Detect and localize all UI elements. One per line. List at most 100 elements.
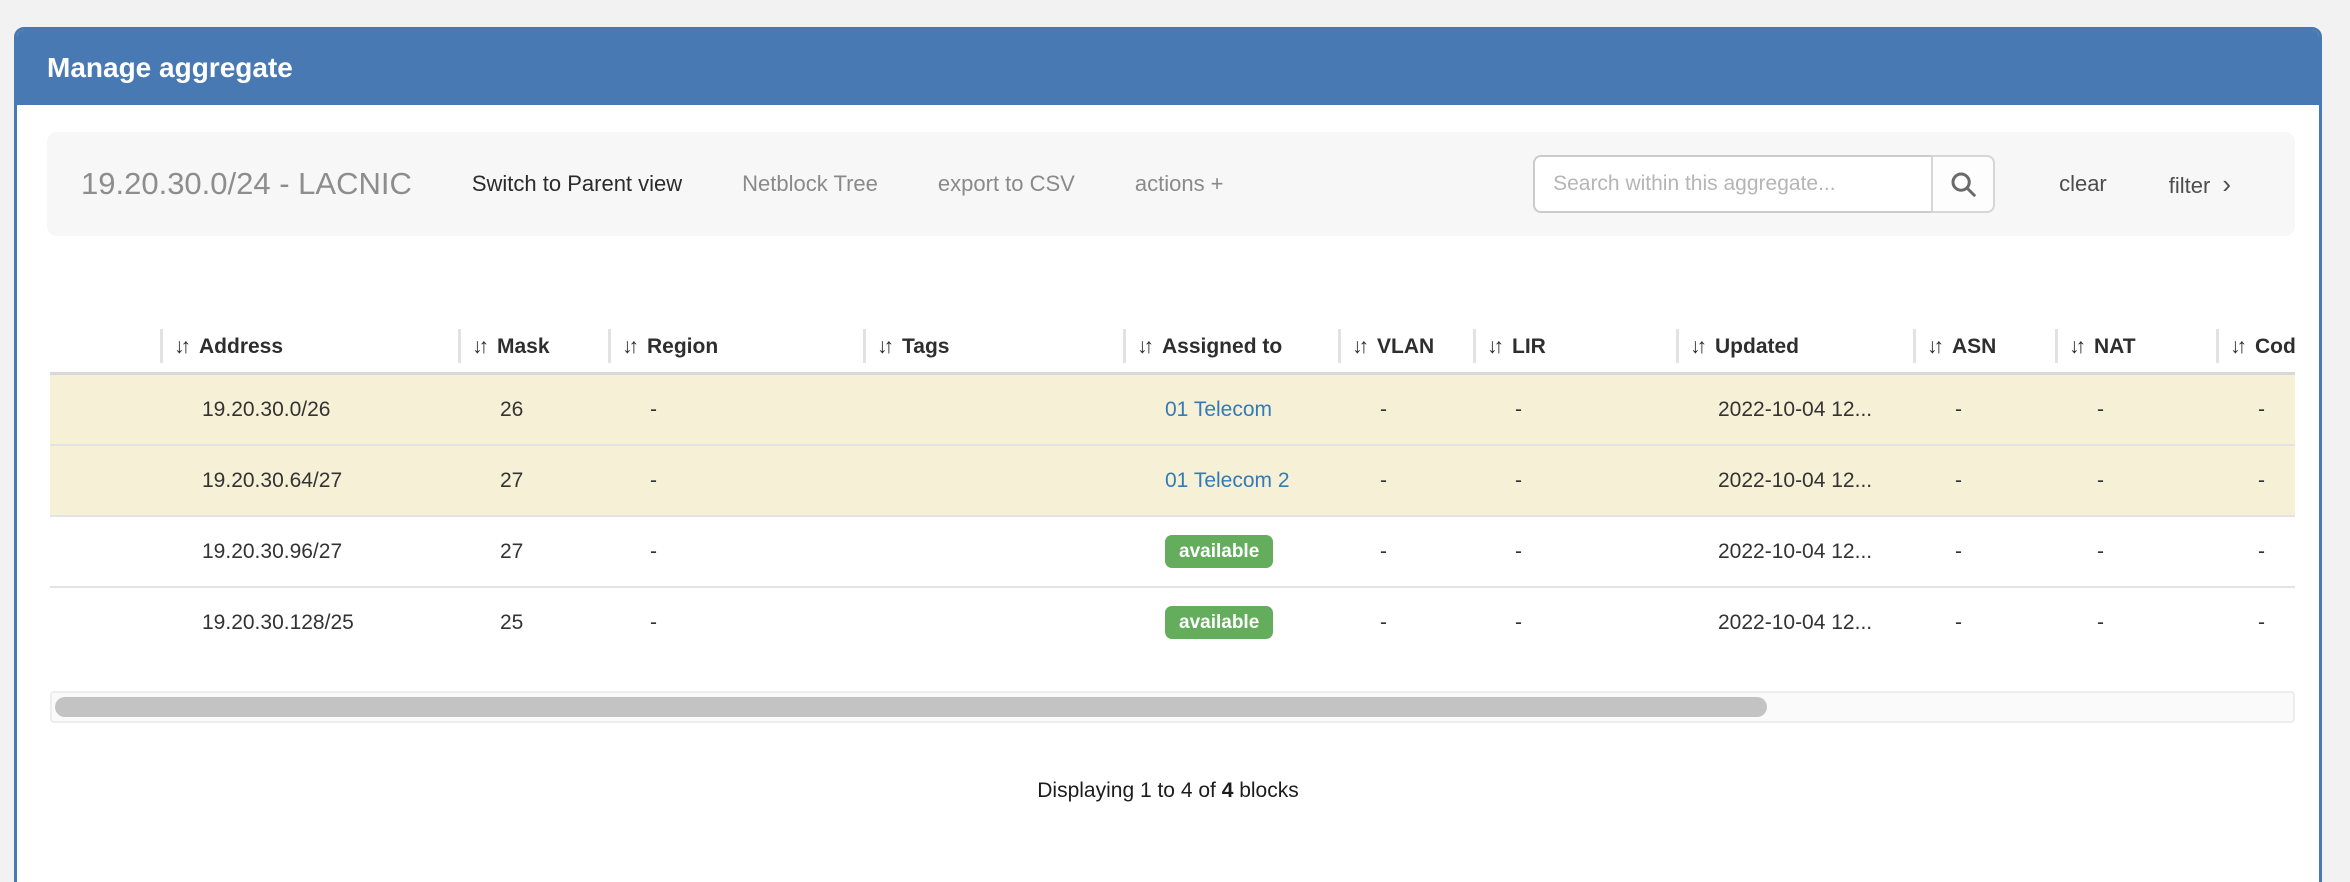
cell-asn: -	[1913, 445, 2055, 516]
search-button[interactable]	[1931, 155, 1995, 213]
cell-updated: 2022-10-04 12...	[1676, 445, 1913, 516]
cell-nat: -	[2055, 587, 2216, 657]
displaying-status: Displaying 1 to 4 of 4 blocks	[17, 779, 2319, 803]
cell-blank	[50, 445, 160, 516]
available-status-badge: available	[1165, 606, 1273, 639]
export-csv-link[interactable]: export to CSV	[938, 171, 1075, 197]
sort-icon: ↓↑	[1137, 335, 1150, 358]
header-row: ↓↑Address↓↑Mask↓↑Region↓↑Tags↓↑Assigned …	[50, 322, 2295, 374]
sort-icon: ↓↑	[472, 335, 485, 358]
cell-updated: 2022-10-04 12...	[1676, 374, 1913, 446]
cell-lir: -	[1473, 374, 1676, 446]
cell-tags	[863, 587, 1123, 657]
table-body: 19.20.30.0/26 26 - 01 Telecom - - 2022-1…	[50, 374, 2295, 658]
column-header-updated[interactable]: ↓↑Updated	[1676, 322, 1913, 374]
cell-code: -	[2216, 587, 2295, 657]
manage-aggregate-panel: Manage aggregate 19.20.30.0/24 - LACNIC …	[14, 27, 2322, 882]
cell-address: 19.20.30.0/26	[160, 374, 458, 446]
horizontal-scrollbar-track[interactable]	[50, 691, 2295, 723]
column-header-lir[interactable]: ↓↑LIR	[1473, 322, 1676, 374]
cell-lir: -	[1473, 516, 1676, 587]
horizontal-scrollbar-thumb[interactable]	[55, 697, 1767, 717]
column-header-vlan[interactable]: ↓↑VLAN	[1338, 322, 1473, 374]
cell-code: -	[2216, 445, 2295, 516]
sort-icon: ↓↑	[1690, 335, 1703, 358]
cell-vlan: -	[1338, 445, 1473, 516]
clear-link[interactable]: clear	[2059, 171, 2107, 197]
cell-address: 19.20.30.64/27	[160, 445, 458, 516]
column-header-blank	[50, 322, 160, 374]
column-header-assigned[interactable]: ↓↑Assigned to	[1123, 322, 1338, 374]
cell-tags	[863, 516, 1123, 587]
cell-tags	[863, 445, 1123, 516]
sort-icon: ↓↑	[1352, 335, 1365, 358]
screen: Manage aggregate 19.20.30.0/24 - LACNIC …	[0, 0, 2350, 882]
table-row: 19.20.30.96/27 27 - available - - 2022-1…	[50, 516, 2295, 587]
cell-nat: -	[2055, 516, 2216, 587]
cell-lir: -	[1473, 445, 1676, 516]
cell-mask: 26	[458, 374, 608, 446]
column-header-nat[interactable]: ↓↑NAT	[2055, 322, 2216, 374]
table-row: 19.20.30.128/25 25 - available - - 2022-…	[50, 587, 2295, 657]
cell-asn: -	[1913, 516, 2055, 587]
cell-blank	[50, 374, 160, 446]
cell-address: 19.20.30.96/27	[160, 516, 458, 587]
cell-nat: -	[2055, 445, 2216, 516]
cell-region: -	[608, 516, 863, 587]
sort-icon: ↓↑	[1487, 335, 1500, 358]
sort-icon: ↓↑	[622, 335, 635, 358]
cell-lir: -	[1473, 587, 1676, 657]
column-header-address[interactable]: ↓↑Address	[160, 322, 458, 374]
search-group	[1533, 155, 1995, 213]
cell-vlan: -	[1338, 516, 1473, 587]
sort-icon: ↓↑	[174, 335, 187, 358]
cell-mask: 25	[458, 587, 608, 657]
cell-updated: 2022-10-04 12...	[1676, 587, 1913, 657]
cell-code: -	[2216, 516, 2295, 587]
cell-blank	[50, 516, 160, 587]
search-icon	[1948, 169, 1978, 199]
column-header-region[interactable]: ↓↑Region	[608, 322, 863, 374]
switch-parent-view-link[interactable]: Switch to Parent view	[472, 171, 682, 197]
cell-tags	[863, 374, 1123, 446]
cell-code: -	[2216, 374, 2295, 446]
cell-asn: -	[1913, 587, 2055, 657]
cell-mask: 27	[458, 516, 608, 587]
sort-icon: ↓↑	[2230, 335, 2243, 358]
available-status-badge: available	[1165, 535, 1273, 568]
column-header-tags[interactable]: ↓↑Tags	[863, 322, 1123, 374]
netblock-tree-link[interactable]: Netblock Tree	[742, 171, 878, 197]
column-header-mask[interactable]: ↓↑Mask	[458, 322, 608, 374]
cell-assigned: 01 Telecom 2	[1123, 445, 1338, 516]
cell-mask: 27	[458, 445, 608, 516]
netblock-table: ↓↑Address↓↑Mask↓↑Region↓↑Tags↓↑Assigned …	[50, 322, 2295, 657]
cell-blank	[50, 587, 160, 657]
cell-vlan: -	[1338, 374, 1473, 446]
filter-link[interactable]: filter›	[2169, 169, 2231, 200]
sort-icon: ↓↑	[2069, 335, 2082, 358]
table-row: 19.20.30.64/27 27 - 01 Telecom 2 - - 202…	[50, 445, 2295, 516]
assigned-to-link[interactable]: 01 Telecom	[1165, 398, 1272, 421]
cell-nat: -	[2055, 374, 2216, 446]
cell-updated: 2022-10-04 12...	[1676, 516, 1913, 587]
total-blocks-count: 4	[1222, 779, 1234, 802]
cell-region: -	[608, 374, 863, 446]
panel-title: Manage aggregate	[17, 30, 2319, 105]
cell-assigned: 01 Telecom	[1123, 374, 1338, 446]
aggregate-title: 19.20.30.0/24 - LACNIC	[81, 166, 412, 202]
sort-icon: ↓↑	[1927, 335, 1940, 358]
column-header-code[interactable]: ↓↑Code	[2216, 322, 2295, 374]
cell-region: -	[608, 587, 863, 657]
toolbar: 19.20.30.0/24 - LACNIC Switch to Parent …	[47, 132, 2295, 236]
cell-address: 19.20.30.128/25	[160, 587, 458, 657]
actions-menu[interactable]: actions +	[1135, 171, 1224, 197]
search-input[interactable]	[1533, 155, 1933, 213]
cell-vlan: -	[1338, 587, 1473, 657]
assigned-to-link[interactable]: 01 Telecom 2	[1165, 469, 1290, 492]
cell-asn: -	[1913, 374, 2055, 446]
chevron-right-icon: ›	[2222, 169, 2231, 199]
cell-assigned: available	[1123, 516, 1338, 587]
sort-icon: ↓↑	[877, 335, 890, 358]
cell-assigned: available	[1123, 587, 1338, 657]
column-header-asn[interactable]: ↓↑ASN	[1913, 322, 2055, 374]
